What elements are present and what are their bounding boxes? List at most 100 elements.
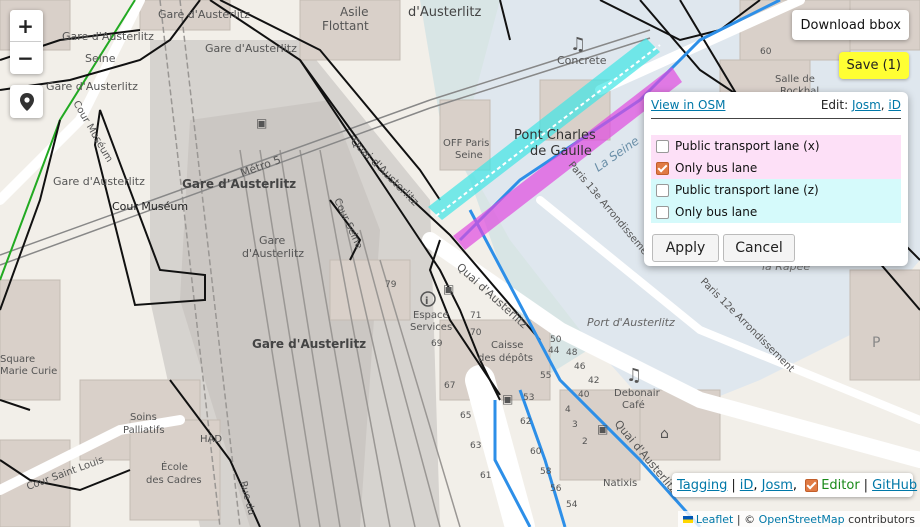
popup-header: View in OSM Edit: Josm, iD (651, 98, 901, 119)
edit-id-link[interactable]: iD (888, 98, 901, 112)
option-label: Only bus lane (675, 205, 758, 219)
map-label: HAD (200, 434, 222, 445)
map-label: 61 (480, 471, 491, 481)
music-icon: ♫ (626, 365, 642, 386)
map-label: École (161, 460, 188, 473)
map-label: 58 (540, 467, 552, 477)
lane-edit-popup: View in OSM Edit: Josm, iD Public transp… (644, 92, 908, 266)
footer-josm-link[interactable]: Josm (762, 478, 793, 493)
map-label: 79 (385, 280, 397, 290)
tagging-link[interactable]: Tagging (677, 478, 727, 493)
map-label: Cour Muséum (112, 200, 188, 213)
zoom-out-button[interactable]: − (10, 42, 41, 73)
view-in-osm-link[interactable]: View in OSM (651, 98, 725, 112)
checkbox[interactable] (656, 139, 669, 153)
zoom-control: + − (10, 10, 43, 74)
footer-links: Tagging | iD, Josm, Editor | GitHub (672, 473, 917, 497)
map-label: Pont Charles (514, 128, 596, 143)
option-label: Public transport lane (z) (675, 183, 819, 197)
map-label: 40 (578, 390, 590, 400)
editor-label: Editor (821, 477, 860, 493)
option-row[interactable]: Only bus lane (651, 201, 901, 223)
osm-link[interactable]: OpenStreetMap (759, 513, 845, 526)
map-label: 42 (588, 376, 599, 386)
option-row[interactable]: Only bus lane (651, 157, 901, 179)
footer-id-link[interactable]: iD (740, 478, 754, 493)
edit-separator: , (880, 98, 885, 112)
edit-josm-link[interactable]: Josm (852, 98, 881, 112)
map-label: 60 (530, 447, 542, 457)
map-label: 56 (550, 484, 562, 494)
leaflet-link[interactable]: Leaflet (696, 513, 733, 526)
checkbox[interactable] (656, 205, 669, 219)
map-label: Gare d'Austerlitz (53, 175, 145, 188)
map-label: Square (0, 354, 35, 365)
map-label: des Cadres (146, 475, 202, 486)
map-label: des dépôts (478, 352, 533, 364)
locate-button[interactable] (10, 85, 43, 118)
option-row[interactable]: Public transport lane (x) (651, 135, 901, 157)
map-label: Gare d'Austerlitz (46, 80, 138, 93)
download-bbox-button[interactable]: Download bbox (792, 10, 909, 40)
map-label: 53 (523, 393, 534, 403)
svg-text:i: i (425, 296, 428, 307)
map-label: Gare d'Austerlitz (205, 42, 297, 55)
map-label: 63 (470, 441, 481, 451)
map-label: Café (622, 399, 645, 411)
cancel-button[interactable]: Cancel (723, 234, 795, 262)
map-label: 69 (431, 339, 443, 349)
bus-icon: ▣ (502, 392, 513, 406)
location-pin-icon (19, 92, 34, 111)
map-label: Debonair (614, 388, 661, 399)
map-label: Seine (85, 52, 116, 65)
map-label: Gare d'Austerlitz (62, 30, 154, 43)
map-label: Port d'Austerlitz (587, 316, 675, 329)
map-label: Services (410, 322, 452, 333)
map-label: Gare (259, 234, 286, 247)
save-button[interactable]: Save (1) (838, 52, 909, 79)
map-attribution: Leaflet | © OpenStreetMap contributors (677, 511, 920, 527)
map-label: 3 (572, 420, 578, 430)
map-label: Natixis (603, 478, 637, 489)
museum-icon: ⌂ (660, 426, 669, 442)
map-label: 46 (574, 362, 586, 372)
map-label: 2 (582, 437, 588, 447)
map-label: 48 (566, 348, 578, 358)
checkbox[interactable] (656, 183, 669, 197)
map-label: 70 (470, 328, 482, 338)
map-label: Asile (340, 5, 369, 19)
map-label: 44 (548, 346, 560, 356)
map-label: 71 (470, 311, 481, 321)
attribution-suffix: contributors (844, 512, 915, 526)
map-label: Gare d'Austerlitz (182, 177, 296, 191)
map-label: Caisse (491, 340, 523, 351)
edit-label: Edit: (820, 98, 849, 112)
footer-comma: , (792, 477, 798, 493)
map-label: Seine (455, 150, 483, 161)
checkbox-checked[interactable] (656, 161, 669, 175)
apply-button[interactable]: Apply (652, 234, 719, 262)
github-link[interactable]: GitHub (872, 478, 917, 493)
leaflet-flag-icon (682, 515, 693, 523)
map-label: d'Austerlitz (242, 247, 304, 260)
editor-checkbox[interactable] (805, 478, 819, 492)
footer-comma: , (753, 477, 758, 493)
map-label: Gare d'Austerlitz (158, 8, 250, 21)
map-label: 67 (444, 381, 455, 391)
map-label: P (872, 335, 880, 351)
map-label: Salle de (775, 74, 815, 85)
map-label: 54 (566, 500, 578, 510)
map-label: 55 (540, 371, 551, 381)
map-label: Espace (413, 310, 449, 321)
map-label: 60 (760, 47, 772, 57)
footer-separator: | (731, 477, 736, 493)
map-label: 4 (565, 405, 571, 415)
map-label: Soins (130, 412, 157, 423)
bus-icon: ▣ (256, 116, 267, 130)
zoom-in-button[interactable]: + (10, 10, 41, 42)
option-row[interactable]: Public transport lane (z) (651, 179, 901, 201)
map-label: OFF Paris (443, 138, 489, 149)
map-label: Flottant (322, 19, 369, 33)
map-label: Palliatifs (123, 425, 165, 436)
map-label: de Gaulle (530, 144, 592, 159)
